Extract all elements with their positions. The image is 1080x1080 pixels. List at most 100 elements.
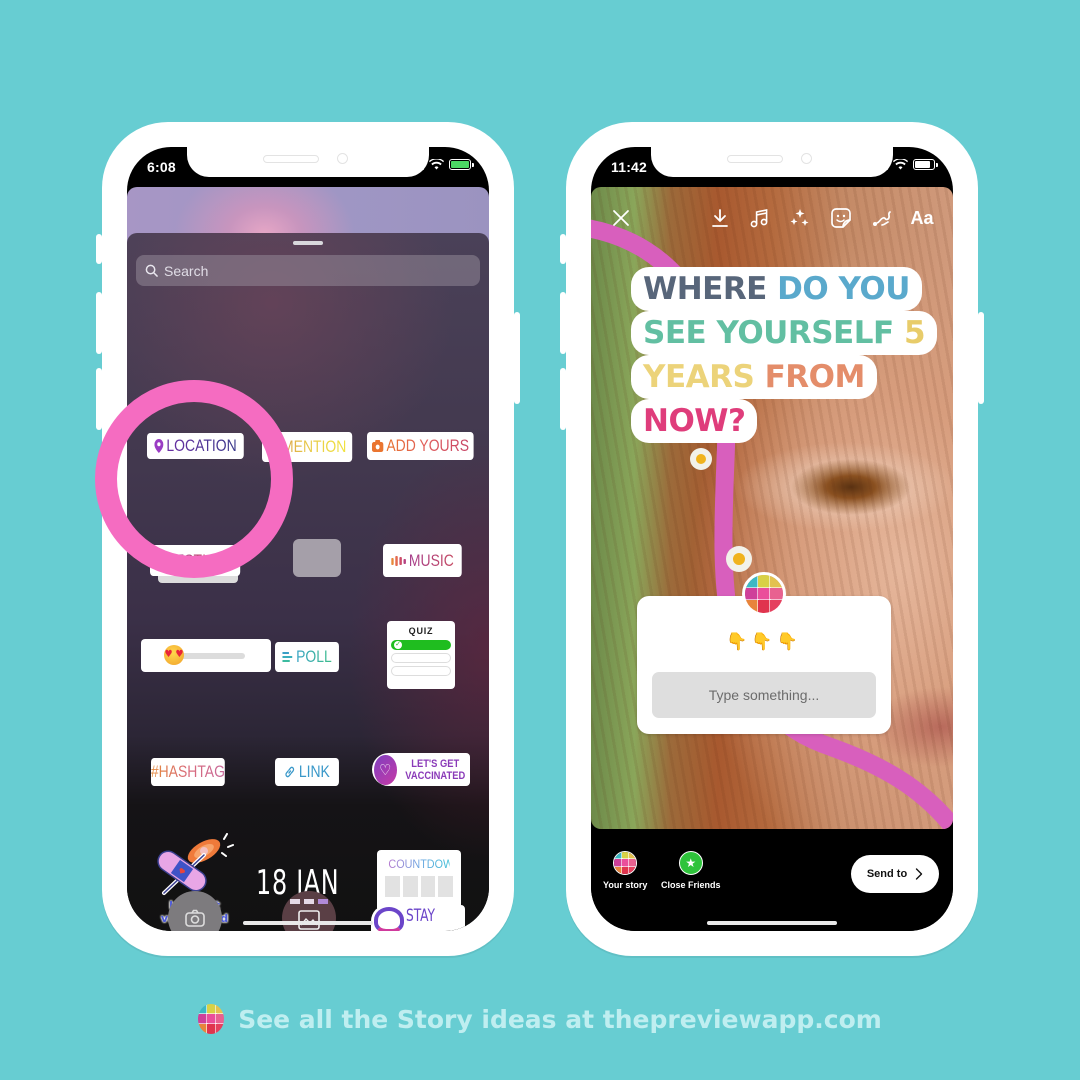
sticker-button[interactable] [828,205,854,231]
avatar-tile [205,1023,217,1034]
avatar-tile [214,1004,225,1015]
sticker-tray: LOCATION @MENTION ADD YOURS QUESTIONS MU… [127,233,489,931]
promo-link-text[interactable]: See all the Story ideas at thepreviewapp… [238,1005,882,1034]
avatar-tile [756,586,772,602]
question-text-segment: YEARS [643,359,765,395]
mute-switch [96,234,102,264]
notch [651,147,893,177]
close-friends-star-icon: ★ [678,851,703,875]
sticker-icon [831,208,851,228]
questions-sticker-base [158,575,238,583]
lets-get-vaccinated-badge-sticker[interactable]: ♡ LET'S GET VACCINATED [372,753,470,786]
avatar-tile [214,1013,225,1025]
link-label: LINK [298,762,330,781]
heart-eyes-emoji-icon: ♥ ♥ [164,645,184,665]
close-friends-option[interactable]: ★ Close Friends [661,851,721,890]
quiz-title: QUIZ [408,626,434,636]
avatar-grid [745,575,783,613]
power-button [978,312,984,404]
avatar-tile [205,1013,217,1025]
story-editor-screen: 11:42 Aa WHERE DO YOU SEE YOURSELF 5 YEA… [591,147,953,931]
send-to-button[interactable]: Send to [851,855,939,893]
countdown-boxes [385,876,453,897]
question-answer-input[interactable] [652,672,876,718]
music-sticker[interactable]: MUSIC [383,544,462,577]
signal-icon [871,159,888,170]
avatar-tile [620,865,630,874]
search-input[interactable] [164,262,444,279]
preview-app-logo-icon [198,1004,225,1034]
text-tool-button[interactable]: Aa [907,205,937,231]
download-button[interactable] [707,205,733,231]
question-text-segment: NOW? [643,403,746,439]
wifi-icon [429,159,444,170]
close-button[interactable] [608,205,634,231]
avatar-tile [198,1013,208,1025]
effects-sparkle-icon [790,209,809,226]
power-button [514,312,520,404]
emoji-slider-sticker[interactable]: ♥ ♥ [141,639,271,672]
mention-label: @MENTION [267,437,347,456]
music-bars-icon [390,555,406,566]
add-yours-sticker[interactable]: ADD YOURS [367,432,474,460]
gif-sticker-placeholder[interactable] [293,539,341,577]
home-indicator[interactable] [243,921,373,925]
music-label: MUSIC [408,550,454,570]
question-text-segment: DO YOU [777,271,910,307]
vaccinated-badge-line-2: VACCINATED [404,769,465,782]
avatar-tile [769,599,783,613]
stay-home-label: STAY [406,906,435,926]
camera-icon [185,909,205,927]
avatar-tile [745,599,759,613]
download-icon [712,209,728,227]
questions-label: QUESTIONS [154,550,237,570]
quiz-sticker[interactable]: QUIZ [387,621,455,689]
camera-icon [371,440,384,452]
mention-sticker[interactable]: @MENTION [262,432,353,462]
sticker-search-field[interactable] [136,255,480,286]
volume-up-button [560,292,566,354]
avatar-tile [198,1023,208,1034]
question-text-overlay[interactable]: WHERE DO YOU SEE YOURSELF 5 YEARS FROM NOW? [631,267,938,443]
avatar-tile [769,586,783,602]
quiz-option [391,666,451,676]
stay-home-sticker[interactable]: STAY [371,905,465,931]
your-story-label: Your story [603,880,648,890]
avatar-tile [198,1004,208,1015]
avatar-tile [214,1023,225,1034]
signal-icon [407,159,424,170]
poll-sticker[interactable]: POLL [275,642,339,672]
vaccinated-badge-text: LET'S GET VACCINATED [405,758,465,782]
question-text-segment: 5 [903,315,926,351]
countdown-label: COUNTDOWN [388,857,461,871]
location-sticker[interactable]: LOCATION [147,433,244,459]
chevron-right-icon [915,868,923,880]
your-story-option[interactable]: Your story [603,851,647,890]
profile-avatar [742,572,786,616]
question-sticker[interactable]: 👇👇👇 [637,572,891,734]
draw-button[interactable] [869,205,895,231]
music-button[interactable] [746,205,772,231]
notch [187,147,429,177]
status-icons [871,159,938,170]
countdown-sticker[interactable]: COUNTDOWN [377,850,461,912]
question-text-line: YEARS FROM [631,355,877,399]
volume-down-button [96,368,102,430]
avatar-tile [614,865,623,874]
mute-switch [560,234,566,264]
tray-drag-handle[interactable] [293,241,323,245]
location-pin-icon [154,439,164,453]
link-sticker[interactable]: LINK [275,758,339,786]
location-label: LOCATION [166,436,237,455]
effects-button[interactable] [787,205,813,231]
music-icon [750,209,768,228]
home-indicator[interactable] [707,921,837,925]
question-text-segment: WHERE [643,271,778,307]
avatar-tile [627,858,637,868]
wifi-icon [893,159,908,170]
avatar-tile [620,852,630,861]
status-icons [407,159,474,170]
hashtag-sticker[interactable]: #HASHTAG [151,758,225,786]
questions-sticker[interactable]: QUESTIONS [150,545,241,576]
volume-down-button [560,368,566,430]
